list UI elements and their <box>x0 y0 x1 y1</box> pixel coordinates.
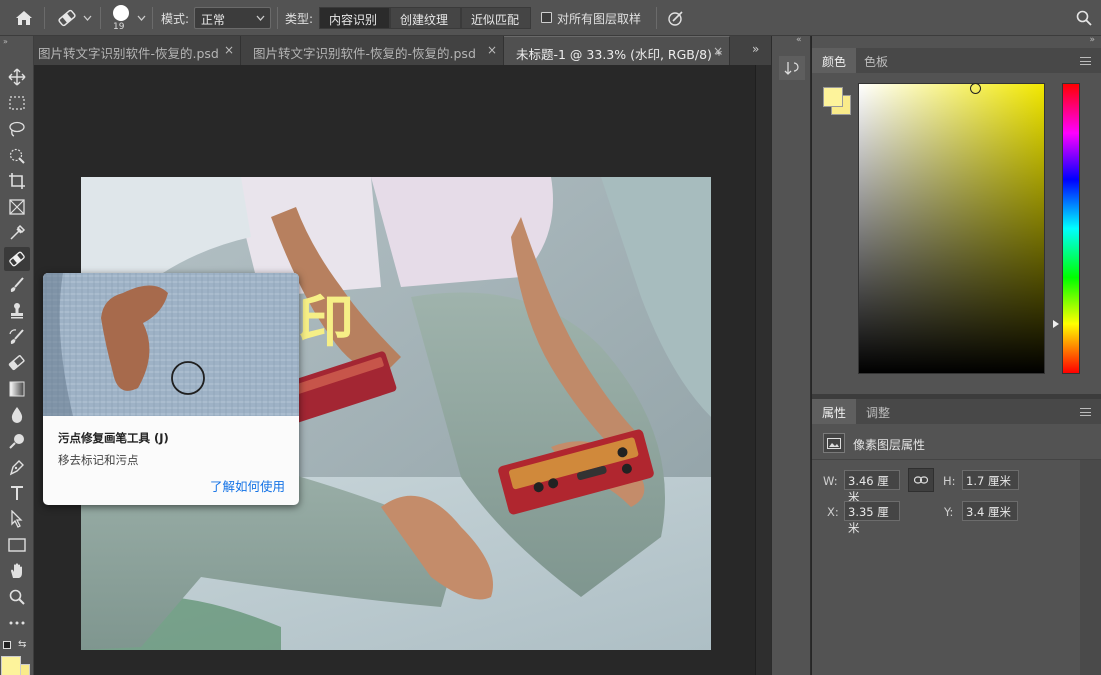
tools-panel: » ⇆ <box>0 36 34 675</box>
tab-swatches[interactable]: 色板 <box>854 48 898 73</box>
history-brush-tool-icon[interactable] <box>4 325 30 349</box>
divider <box>812 459 1101 460</box>
x-position-field[interactable]: 3.35 厘米 <box>844 501 900 535</box>
mode-select-value: 正常 <box>201 13 226 27</box>
separator <box>277 7 278 29</box>
height-field[interactable]: 1.7 厘米 <box>962 470 1019 490</box>
chevron-down-icon[interactable] <box>80 0 94 36</box>
history-panel-icon[interactable] <box>779 56 805 80</box>
collapsed-panel-strip: « <box>771 35 811 675</box>
collapse-icon[interactable]: » <box>1089 35 1095 45</box>
sample-all-layers-label: 对所有图层取样 <box>557 12 642 26</box>
tab-properties[interactable]: 属性 <box>812 399 857 424</box>
hue-slider-handle[interactable] <box>1053 320 1059 328</box>
vertical-scrollbar[interactable] <box>755 65 771 675</box>
brush-preview-icon[interactable] <box>108 2 134 24</box>
type-content-aware-button[interactable]: 内容识别 <box>319 7 390 29</box>
tooltip-description: 移去标记和污点 <box>58 453 139 467</box>
close-icon[interactable]: × <box>713 44 723 58</box>
type-tool-icon[interactable] <box>4 481 30 505</box>
panel-menu-icon[interactable] <box>1080 57 1091 65</box>
properties-header: 像素图层属性 <box>853 438 926 452</box>
pen-tool-icon[interactable] <box>4 455 30 479</box>
swap-colors-icon[interactable]: ⇆ <box>18 639 26 650</box>
mode-label: 模式: <box>161 12 190 26</box>
options-bar: 19 模式: 正常 类型: 内容识别 创建纹理 近似匹配 对所有图层取样 <box>0 0 1101 36</box>
home-icon[interactable] <box>10 0 38 36</box>
quick-selection-tool-icon[interactable] <box>4 143 30 167</box>
hue-slider[interactable] <box>1062 83 1080 374</box>
tooltip-title: 污点修复画笔工具 (J) <box>58 431 169 445</box>
learn-how-link[interactable]: 了解如何使用 <box>210 476 285 495</box>
panel-menu-icon[interactable] <box>1080 408 1091 416</box>
crop-tool-icon[interactable] <box>4 169 30 193</box>
move-tool-icon[interactable] <box>4 65 30 89</box>
brush-tool-icon[interactable] <box>4 273 30 297</box>
y-position-field[interactable]: 3.4 厘米 <box>962 501 1018 521</box>
document-tabs: 图片转文字识别软件-恢复的.psd × 图片转文字识别软件-恢复的-恢复的.ps… <box>34 36 771 65</box>
path-selection-tool-icon[interactable] <box>4 507 30 531</box>
clone-stamp-tool-icon[interactable] <box>4 299 30 323</box>
width-field[interactable]: 3.46 厘米 <box>844 470 900 504</box>
type-proximity-match-button[interactable]: 近似匹配 <box>461 7 531 29</box>
separator <box>100 7 101 29</box>
dodge-tool-icon[interactable] <box>4 429 30 453</box>
type-create-texture-button[interactable]: 创建纹理 <box>390 7 461 29</box>
properties-scrollbar[interactable] <box>1080 460 1101 675</box>
link-dimensions-icon[interactable] <box>908 468 934 492</box>
foreground-color-chip[interactable] <box>823 87 843 107</box>
tab-document-2[interactable]: 图片转文字识别软件-恢复的-恢复的.psd × <box>241 36 504 65</box>
foreground-color-swatch[interactable] <box>1 656 21 675</box>
color-picker-cursor[interactable] <box>970 83 981 94</box>
sample-all-layers-checkbox[interactable] <box>541 12 552 23</box>
tab-overflow-icon[interactable]: » <box>752 42 759 56</box>
x-label: X: <box>827 505 839 519</box>
marquee-tool-icon[interactable] <box>4 91 30 115</box>
eyedropper-tool-icon[interactable] <box>4 221 30 245</box>
tab-document-active[interactable]: 未标题-1 @ 33.3% (水印, RGB/8) * × <box>504 36 730 65</box>
hand-tool-icon[interactable] <box>4 559 30 583</box>
default-colors-icon[interactable] <box>3 641 11 649</box>
spot-healing-brush-tool-icon[interactable] <box>4 247 30 271</box>
close-icon[interactable]: × <box>224 43 234 57</box>
collapse-icon[interactable]: « <box>796 35 802 45</box>
photoshop-window: 19 模式: 正常 类型: 内容识别 创建纹理 近似匹配 对所有图层取样 » ⇆… <box>0 0 1101 675</box>
collapse-toolbar-icon[interactable]: » <box>3 37 8 46</box>
zoom-tool-icon[interactable] <box>4 585 30 609</box>
gradient-tool-icon[interactable] <box>4 377 30 401</box>
y-label: Y: <box>944 505 954 519</box>
blur-tool-icon[interactable] <box>4 403 30 427</box>
right-panels: » 颜色 色板 属性 调整 像素图层属性 W: 3.46 厘米 H: 1.7 厘… <box>812 35 1101 675</box>
watermark-text[interactable]: 印 <box>298 295 354 351</box>
chevron-down-icon[interactable] <box>135 0 147 36</box>
search-icon[interactable] <box>1072 0 1096 36</box>
pressure-size-icon[interactable] <box>664 0 688 36</box>
lasso-tool-icon[interactable] <box>4 117 30 141</box>
tab-color[interactable]: 颜色 <box>812 48 857 73</box>
tab-label: 图片转文字识别软件-恢复的-恢复的.psd <box>253 46 476 61</box>
tab-adjustments[interactable]: 调整 <box>856 399 900 424</box>
tab-label: 未标题-1 @ 33.3% (水印, RGB/8) * <box>516 47 723 62</box>
more-tools-icon[interactable] <box>4 611 30 635</box>
tab-document-1[interactable]: 图片转文字识别软件-恢复的.psd × <box>34 36 241 65</box>
separator <box>44 7 45 29</box>
separator <box>152 7 153 29</box>
separator <box>656 7 657 29</box>
type-label: 类型: <box>285 12 314 26</box>
width-label: W: <box>823 474 838 488</box>
color-picker-field[interactable] <box>858 83 1045 374</box>
rectangle-tool-icon[interactable] <box>4 533 30 557</box>
brush-size-value: 19 <box>113 22 125 32</box>
tool-tip-popup: 污点修复画笔工具 (J) 移去标记和污点 了解如何使用 <box>43 273 299 505</box>
frame-tool-icon[interactable] <box>4 195 30 219</box>
tooltip-preview-image <box>43 273 299 416</box>
eraser-tool-icon[interactable] <box>4 351 30 375</box>
pixel-layer-icon <box>823 433 845 453</box>
close-icon[interactable]: × <box>487 43 497 57</box>
chevron-down-icon <box>256 15 265 21</box>
spot-healing-brush-tool-preset-icon[interactable] <box>54 0 80 36</box>
mode-select[interactable]: 正常 <box>194 7 271 29</box>
height-label: H: <box>943 474 956 488</box>
tab-label: 图片转文字识别软件-恢复的.psd <box>38 46 219 61</box>
